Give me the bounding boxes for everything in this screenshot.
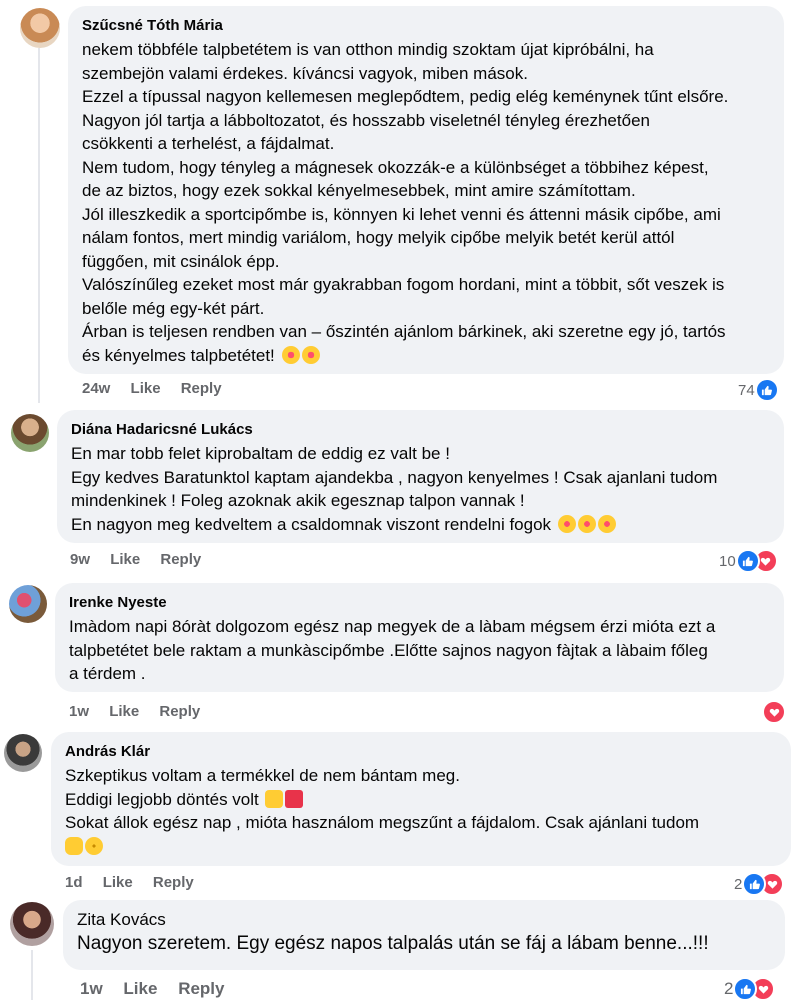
love-reaction-icon [762, 700, 786, 724]
comment-text: Nagyon szeretem. Egy egész napos talpalá… [77, 933, 709, 954]
heart-eyes-emoji-icon [301, 345, 320, 364]
like-reaction-icon [735, 549, 760, 573]
reaction-count[interactable] [762, 700, 786, 724]
comment-text: En mar tobb felet kiprobaltam de eddig e… [71, 444, 718, 534]
comment-bubble: Diána Hadaricsné Lukács En mar tobb fele… [57, 410, 784, 543]
like-button[interactable]: Like [110, 551, 140, 568]
comment-bubble: Zita Kovács Nagyon szeretem. Egy egész n… [63, 900, 785, 970]
like-button[interactable]: Like [109, 703, 139, 720]
reaction-count[interactable]: 2 [724, 977, 776, 1001]
heart-eyes-emoji-icon [281, 345, 300, 364]
reply-button[interactable]: Reply [153, 874, 194, 891]
comment-text: nekem többféle talpbetétem is van otthon… [82, 40, 729, 365]
smiling-hearts-emoji-icon [557, 514, 576, 533]
avatar[interactable] [20, 8, 60, 48]
comment-actions: 1w Like Reply [69, 703, 216, 720]
comment-time[interactable]: 1d [65, 874, 83, 891]
reply-button[interactable]: Reply [181, 380, 222, 397]
comment-actions: 9w Like Reply [70, 551, 217, 568]
comment-author[interactable]: Szűcsné Tóth Mária [82, 16, 770, 36]
comment-author[interactable]: Diána Hadaricsné Lukács [71, 420, 770, 440]
avatar[interactable] [4, 734, 42, 772]
reaction-count[interactable]: 2 [734, 872, 785, 896]
like-reaction-icon [754, 378, 779, 402]
comment-author[interactable]: Irenke Nyeste [69, 593, 770, 613]
reply-button[interactable]: Reply [160, 551, 201, 568]
comment-bubble: András Klár Szkeptikus voltam a termékke… [51, 732, 791, 866]
reaction-count-number: 2 [734, 875, 743, 893]
comment-time[interactable]: 1w [80, 979, 103, 998]
comment-time[interactable]: 9w [70, 551, 90, 568]
like-button[interactable]: Like [131, 380, 161, 397]
reaction-count-number: 2 [724, 979, 734, 998]
reaction-count-number: 10 [719, 552, 736, 570]
smiling-hearts-emoji-icon [577, 514, 596, 533]
avatar[interactable] [11, 414, 49, 452]
comment-time[interactable]: 1w [69, 703, 89, 720]
thumbs-up-emoji-icon [265, 789, 284, 808]
like-button[interactable]: Like [103, 874, 133, 891]
comment-author[interactable]: Zita Kovács [77, 910, 771, 930]
comment-actions: 24w Like Reply [82, 380, 238, 397]
comment-actions: 1d Like Reply [65, 874, 210, 891]
reaction-count-number: 74 [738, 381, 755, 399]
avatar[interactable] [10, 902, 54, 946]
reply-button[interactable]: Reply [178, 979, 224, 998]
smiling-face-emoji-icon [85, 836, 103, 855]
flexed-biceps-emoji-icon [65, 836, 83, 855]
avatar[interactable] [9, 585, 47, 623]
reaction-count[interactable]: 10 [719, 549, 778, 573]
comment-actions: 1w Like Reply [80, 979, 240, 999]
comment-bubble: Irenke Nyeste Imàdom napi 8óràt dolgozom… [55, 583, 784, 692]
reaction-count[interactable]: 74 [738, 378, 779, 402]
smiling-hearts-emoji-icon [597, 514, 616, 533]
thread-line [31, 950, 33, 1000]
hundred-points-emoji-icon [285, 789, 304, 808]
comment-text: Szkeptikus voltam a termékkel de nem bán… [65, 764, 777, 858]
comment-author[interactable]: András Klár [65, 742, 777, 762]
like-button[interactable]: Like [123, 979, 157, 998]
comment-bubble: Szűcsné Tóth Mária nekem többféle talpbe… [68, 6, 784, 374]
thread-line [38, 48, 40, 403]
comment-text: Imàdom napi 8óràt dolgozom egész nap meg… [69, 617, 716, 683]
comment-time[interactable]: 24w [82, 380, 110, 397]
reply-button[interactable]: Reply [159, 703, 200, 720]
